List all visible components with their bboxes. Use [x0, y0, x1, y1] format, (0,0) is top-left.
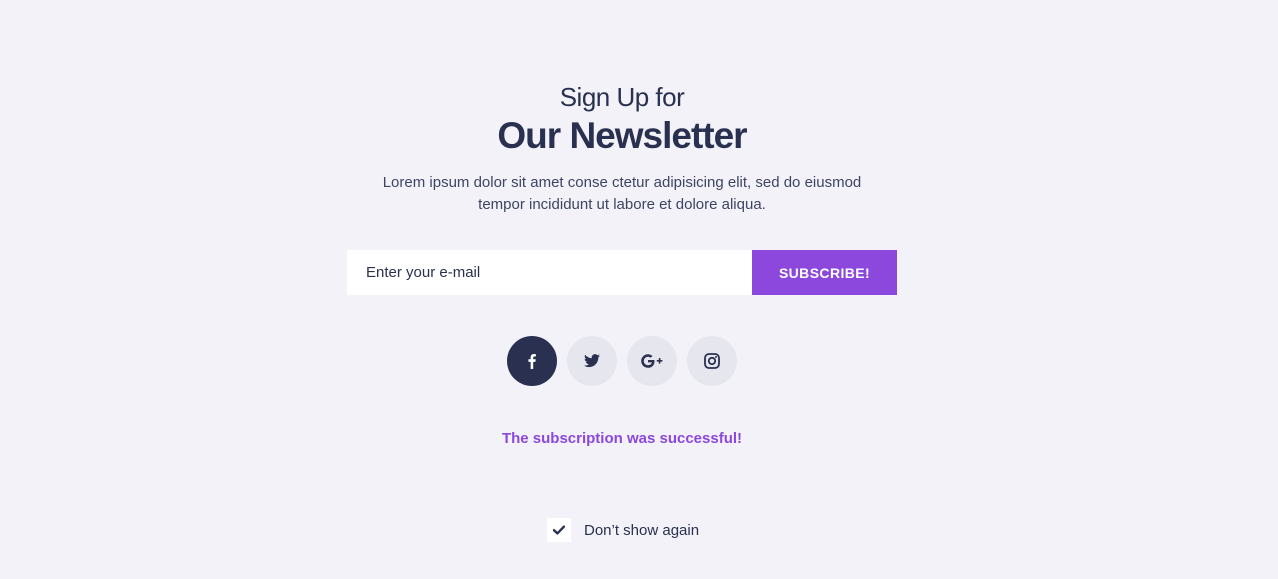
email-input[interactable]	[347, 250, 752, 295]
instagram-icon	[704, 353, 720, 369]
newsletter-title: Our Newsletter	[497, 115, 747, 156]
social-button-twitter[interactable]	[567, 336, 617, 386]
description-line-2: tempor incididunt ut labore et dolore al…	[478, 196, 766, 213]
social-button-instagram[interactable]	[687, 336, 737, 386]
subscribe-button[interactable]: SUBSCRIBE!	[752, 250, 897, 295]
social-button-facebook[interactable]	[507, 336, 557, 386]
facebook-icon	[528, 354, 536, 369]
social-button-google-plus[interactable]	[627, 336, 677, 386]
success-message: The subscription was successful!	[501, 430, 743, 447]
social-links	[507, 336, 737, 386]
google-plus-icon	[641, 354, 663, 368]
newsletter-description: Lorem ipsum dolor sit amet conse ctetur …	[322, 172, 922, 216]
description-line-1: Lorem ipsum dolor sit amet conse ctetur …	[382, 174, 862, 191]
newsletter-subtitle: Sign Up for	[559, 82, 685, 112]
dont-show-checkbox[interactable]	[547, 518, 571, 542]
check-icon	[553, 525, 565, 535]
dont-show-again: Don’t show again	[547, 518, 699, 542]
dont-show-label: Don’t show again	[584, 521, 700, 539]
newsletter-panel: Sign Up for Our Newsletter Lorem ipsum d…	[0, 0, 1244, 579]
subscribe-form: SUBSCRIBE!	[347, 250, 897, 295]
twitter-icon	[584, 354, 600, 368]
